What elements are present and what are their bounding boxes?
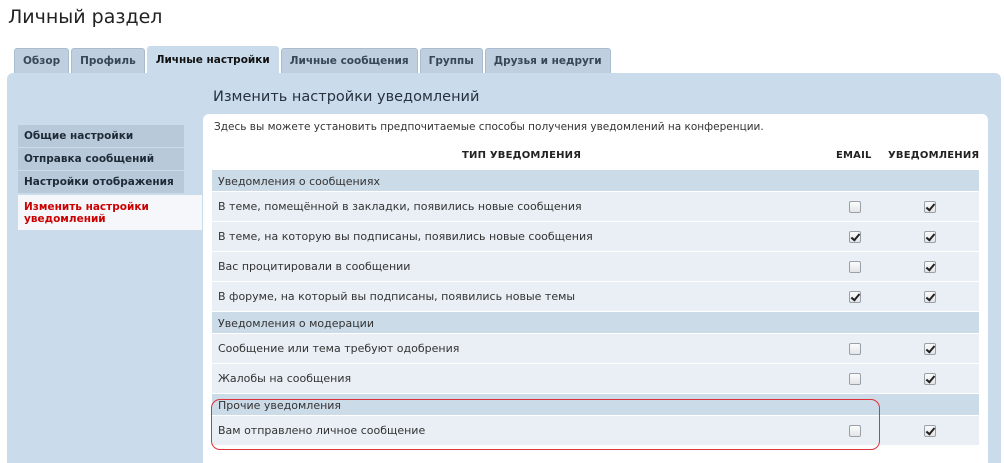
group-row: Прочие уведомления <box>212 394 979 416</box>
group-row: Уведомления о сообщениях <box>212 170 979 192</box>
notification-checkbox[interactable] <box>924 291 936 303</box>
group-title: Уведомления о сообщениях <box>218 175 380 188</box>
notification-table: Уведомления о сообщениях В теме, помещён… <box>212 170 979 446</box>
table-row: В форуме, на который вы подписаны, появи… <box>212 282 979 312</box>
notification-checkbox[interactable] <box>924 373 936 385</box>
table-row: Вам отправлено личное сообщение <box>212 416 979 446</box>
group-title: Уведомления о модерации <box>218 317 374 330</box>
tab-friends-foes[interactable]: Друзья и недруги <box>484 48 611 73</box>
column-header-type: ТИП УВЕДОМЛЕНИЯ <box>462 150 582 161</box>
table-row: В теме, на которую вы подписаны, появили… <box>212 222 979 252</box>
table-row: Сообщение или тема требуют одобрения <box>212 334 979 364</box>
notification-checkbox[interactable] <box>924 425 936 437</box>
email-checkbox[interactable] <box>849 343 861 355</box>
email-checkbox[interactable] <box>849 231 861 243</box>
table-row: Жалобы на сообщения <box>212 364 979 394</box>
sidebar-item-general-settings[interactable]: Общие настройки <box>18 125 184 148</box>
column-header-notifications: УВЕДОМЛЕНИЯ <box>888 150 980 161</box>
column-header-email: EMAIL <box>836 150 872 161</box>
group-title: Прочие уведомления <box>218 399 342 412</box>
tab-private-messages[interactable]: Личные сообщения <box>280 48 418 73</box>
row-label: Жалобы на сообщения <box>218 372 352 385</box>
sidebar-item-notification-settings[interactable]: Изменить настройки уведомлений <box>18 195 202 231</box>
row-label: Вам отправлено личное сообщение <box>218 424 426 437</box>
intro-text: Здесь вы можете установить предпочитаемы… <box>214 121 764 133</box>
notification-checkbox[interactable] <box>924 201 936 213</box>
row-label: Сообщение или тема требуют одобрения <box>218 342 460 355</box>
row-label: В форуме, на который вы подписаны, появи… <box>218 290 576 303</box>
email-checkbox[interactable] <box>849 425 861 437</box>
email-checkbox[interactable] <box>849 291 861 303</box>
tab-overview[interactable]: Обзор <box>14 48 70 73</box>
sidebar-item-posting[interactable]: Отправка сообщений <box>18 148 184 171</box>
notification-checkbox[interactable] <box>924 261 936 273</box>
notification-checkbox[interactable] <box>924 231 936 243</box>
sidebar-item-display-settings[interactable]: Настройки отображения <box>18 171 184 194</box>
sidebar-nav: Общие настройки Отправка сообщений Настр… <box>18 125 202 231</box>
page-title: Личный раздел <box>8 6 163 28</box>
email-checkbox[interactable] <box>849 261 861 273</box>
tab-groups[interactable]: Группы <box>419 48 483 73</box>
row-label: В теме, помещённой в закладки, появились… <box>218 200 582 213</box>
tab-personal-settings[interactable]: Личные настройки <box>146 46 279 73</box>
tab-profile[interactable]: Профиль <box>71 48 145 73</box>
row-label: В теме, на которую вы подписаны, появили… <box>218 230 593 243</box>
notification-checkbox[interactable] <box>924 343 936 355</box>
email-checkbox[interactable] <box>849 201 861 213</box>
table-row: В теме, помещённой в закладки, появились… <box>212 192 979 222</box>
tab-bar: Обзор Профиль Личные настройки Личные со… <box>14 46 613 73</box>
row-label: Вас процитировали в сообщении <box>218 260 411 273</box>
email-checkbox[interactable] <box>849 373 861 385</box>
section-title: Изменить настройки уведомлений <box>213 89 480 105</box>
table-row: Вас процитировали в сообщении <box>212 252 979 282</box>
group-row: Уведомления о модерации <box>212 312 979 334</box>
